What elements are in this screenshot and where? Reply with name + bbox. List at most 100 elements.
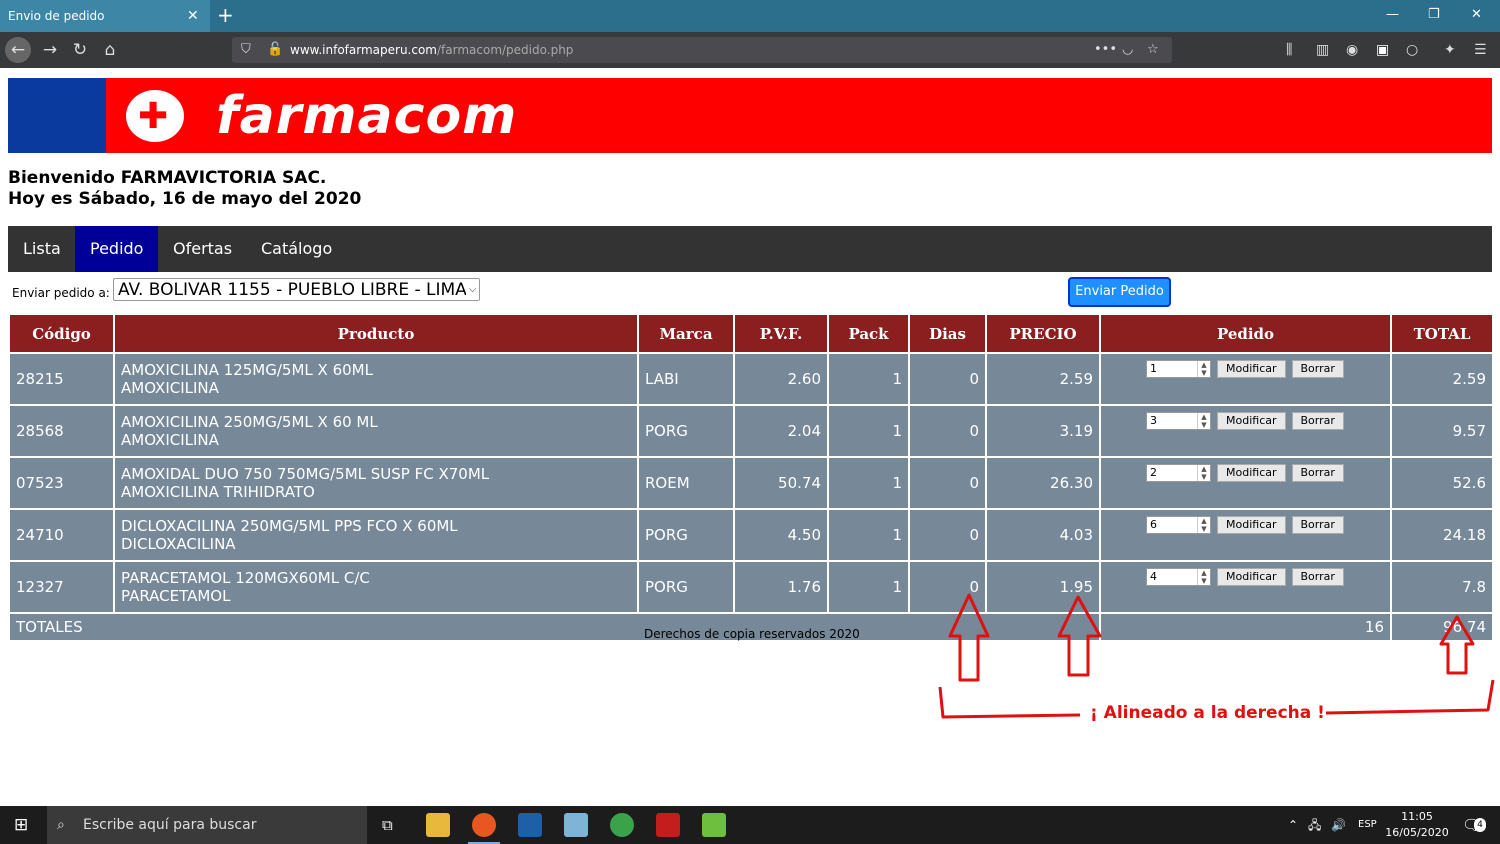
reload-icon[interactable]: ↻: [67, 32, 93, 68]
table-row: 24710 DICLOXACILINA 250MG/5ML PPS FCO X 6…: [8, 508, 1494, 562]
tab-title: Envio de pedido: [8, 9, 105, 23]
firefox-icon[interactable]: [472, 813, 496, 837]
column-header: Pedido: [1099, 313, 1392, 354]
main-menu: Lista Pedido Ofertas Catálogo: [8, 226, 1492, 272]
quantity-value: 1: [1150, 362, 1157, 375]
delete-button[interactable]: Borrar: [1291, 412, 1344, 430]
brand: ROEM: [637, 456, 735, 510]
table-row: 28215 AMOXICILINA 125MG/5ML X 60ML AMOXICI…: [8, 352, 1494, 406]
quantity-stepper[interactable]: 1 ▲ ▼: [1146, 360, 1211, 378]
search-extension-icon[interactable]: ○: [1406, 32, 1418, 68]
spinner-arrows-icon[interactable]: ▲ ▼: [1197, 569, 1210, 585]
pack: 1: [827, 404, 910, 458]
modify-button[interactable]: Modificar: [1217, 360, 1286, 378]
quantity-stepper[interactable]: 3 ▲ ▼: [1146, 412, 1211, 430]
window-close-icon[interactable]: ✕: [1471, 0, 1482, 30]
delete-button[interactable]: Borrar: [1291, 464, 1344, 482]
spinner-arrows-icon[interactable]: ▲ ▼: [1197, 413, 1210, 429]
order-controls: 6 ▲ ▼ Modificar Borrar: [1099, 508, 1392, 562]
product-name: DICLOXACILINA 250MG/5ML PPS FCO X 60ML DI…: [113, 508, 639, 562]
photos-icon[interactable]: [518, 813, 542, 837]
addons-icon[interactable]: ✦: [1444, 32, 1456, 68]
modify-button[interactable]: Modificar: [1217, 464, 1286, 482]
notepad-plus-icon[interactable]: [702, 813, 726, 837]
quantity-stepper[interactable]: 2 ▲ ▼: [1146, 464, 1211, 482]
quantity-stepper[interactable]: 4 ▲ ▼: [1146, 568, 1211, 586]
pvf-price: 1.76: [733, 560, 829, 614]
column-header: Marca: [637, 313, 735, 354]
menu-icon[interactable]: ☰: [1474, 32, 1487, 68]
bookmark-star-icon[interactable]: ☆: [1147, 37, 1159, 63]
column-header: TOTAL: [1390, 313, 1494, 354]
notes-app-icon[interactable]: [564, 813, 588, 837]
filezilla-icon[interactable]: [656, 813, 680, 837]
days: 0: [908, 508, 987, 562]
send-address-select[interactable]: AV. BOLIVAR 1155 - PUEBLO LIBRE - LIMA: [113, 278, 480, 301]
send-to-label: Enviar pedido a:: [12, 286, 110, 300]
language-indicator[interactable]: ESP: [1358, 806, 1377, 844]
menu-item-ofertas[interactable]: Ofertas: [158, 226, 247, 272]
insecure-lock-icon[interactable]: 🔓: [267, 37, 283, 63]
clock[interactable]: 11:05 16/05/2020: [1384, 809, 1450, 841]
order-controls: 3 ▲ ▼ Modificar Borrar: [1099, 404, 1392, 458]
quantity-value: 4: [1150, 570, 1157, 583]
modify-button[interactable]: Modificar: [1217, 568, 1286, 586]
library-icon[interactable]: ⫼: [1286, 32, 1292, 68]
days: 0: [908, 560, 987, 614]
address-bar[interactable]: ⛉ 🔓 www.infofarmaperu.com/farmacom/pedid…: [232, 37, 1172, 63]
task-view-icon[interactable]: ⧉: [382, 806, 393, 844]
spinner-arrows-icon[interactable]: ▲ ▼: [1197, 361, 1210, 377]
send-order-button[interactable]: Enviar Pedido: [1068, 277, 1171, 307]
chrome-icon[interactable]: [610, 813, 634, 837]
shield-icon[interactable]: ⛉: [241, 37, 251, 63]
taskbar-search[interactable]: ⌕ Escribe aquí para buscar: [47, 806, 367, 844]
minimize-icon[interactable]: —: [1386, 0, 1399, 30]
modify-button[interactable]: Modificar: [1217, 412, 1286, 430]
forward-arrow-icon[interactable]: →: [37, 32, 63, 68]
menu-item-catalogo[interactable]: Catálogo: [246, 226, 347, 272]
chevron-up-icon[interactable]: ⌃: [1288, 806, 1298, 844]
menu-item-pedido[interactable]: Pedido: [75, 226, 159, 272]
close-tab-icon[interactable]: ✕: [187, 0, 199, 32]
search-icon: ⌕: [57, 817, 65, 833]
column-header: P.V.F.: [733, 313, 829, 354]
price: 3.19: [985, 404, 1101, 458]
delete-button[interactable]: Borrar: [1291, 516, 1344, 534]
days: 0: [908, 352, 987, 406]
home-icon[interactable]: ⌂: [97, 32, 123, 68]
row-total: 7.8: [1390, 560, 1494, 614]
account-icon[interactable]: ◉: [1346, 32, 1358, 68]
back-arrow-icon[interactable]: ←: [5, 37, 31, 63]
brand: LABI: [637, 352, 735, 406]
order-controls: 4 ▲ ▼ Modificar Borrar: [1099, 560, 1392, 614]
days: 0: [908, 456, 987, 510]
product-code: 28215: [8, 352, 115, 406]
product-name: PARACETAMOL 120MGX60ML C/C PARACETAMOL: [113, 560, 639, 614]
menu-item-lista[interactable]: Lista: [8, 226, 76, 272]
spinner-arrows-icon[interactable]: ▲ ▼: [1197, 517, 1210, 533]
url-path: /farmacom/pedido.php: [437, 43, 574, 57]
restore-icon[interactable]: ❐: [1428, 0, 1440, 30]
order-table: Código Producto Marca P.V.F. Pack Dias P…: [8, 313, 1494, 642]
banner-accent: [8, 78, 106, 153]
spinner-arrows-icon[interactable]: ▲ ▼: [1197, 465, 1210, 481]
quantity-stepper[interactable]: 6 ▲ ▼: [1146, 516, 1211, 534]
network-icon[interactable]: 🖧: [1308, 806, 1321, 844]
url-text[interactable]: www.infofarmaperu.com/farmacom/pedido.ph…: [290, 37, 573, 63]
extension-icon[interactable]: ▣: [1376, 32, 1389, 68]
file-explorer-icon[interactable]: [426, 813, 450, 837]
delete-button[interactable]: Borrar: [1291, 360, 1344, 378]
new-tab-icon[interactable]: +: [217, 0, 234, 30]
page-actions-icon[interactable]: •••: [1094, 37, 1117, 63]
url-domain: www.infofarmaperu.com: [290, 43, 437, 57]
pvf-price: 2.60: [733, 352, 829, 406]
delete-button[interactable]: Borrar: [1291, 568, 1344, 586]
volume-icon[interactable]: 🔊: [1331, 806, 1346, 844]
pocket-icon[interactable]: ◡: [1122, 37, 1133, 63]
sidebar-icon[interactable]: ▥: [1316, 32, 1329, 68]
modify-button[interactable]: Modificar: [1217, 516, 1286, 534]
chevron-down-icon[interactable]: ⌵: [466, 279, 479, 300]
quantity-value: 6: [1150, 518, 1157, 531]
browser-tab[interactable]: Envio de pedido ✕: [0, 0, 210, 32]
windows-start-icon[interactable]: ⊞: [14, 806, 28, 844]
